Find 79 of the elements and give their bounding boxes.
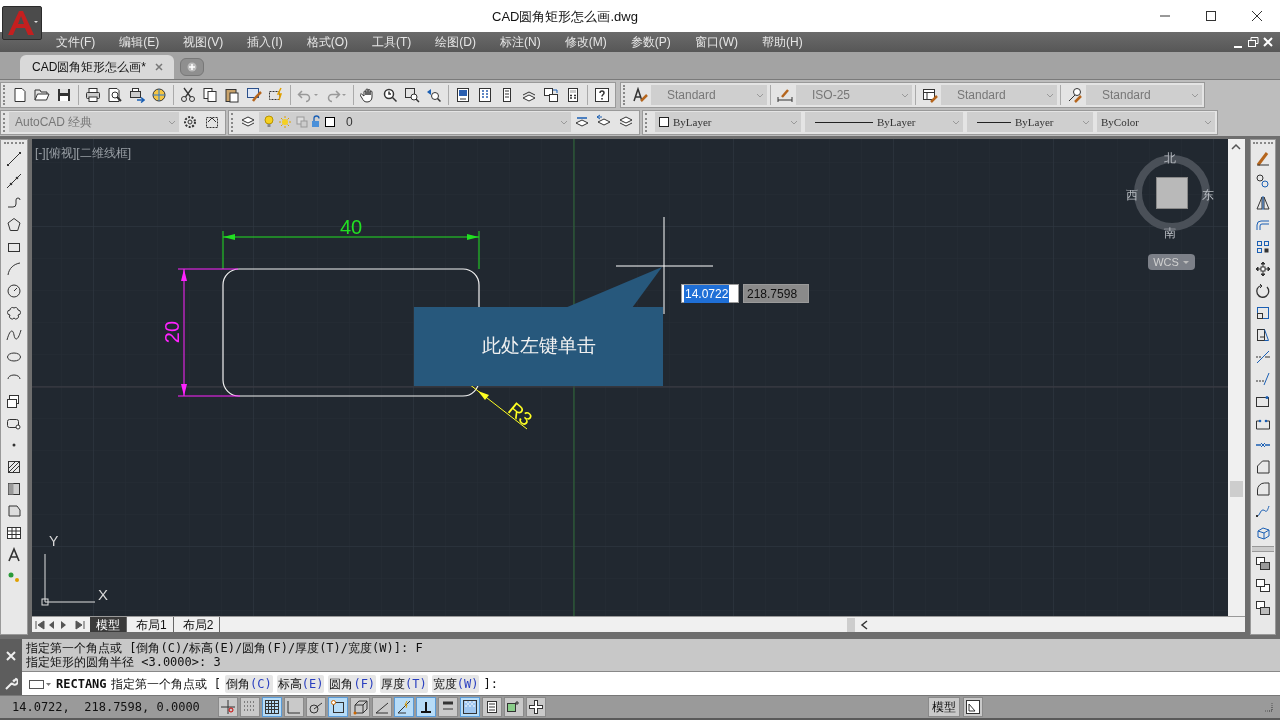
command-prompt: 指定第一个角点或 [ xyxy=(110,675,222,693)
plus-icon[interactable] xyxy=(526,697,546,717)
drawing-canvas[interactable]: 40 20 R3 [-][俯视][二维线框] 此处左键单击 14.0722 218.7598 北 南 西 东 WCS Y X xyxy=(32,139,1228,616)
menu-item[interactable]: 视图(V) xyxy=(183,32,224,52)
dimension-text: R3 xyxy=(504,398,537,430)
command-history-line: 指定矩形的圆角半径 <3.0000>: 3 xyxy=(26,655,222,669)
compass-label: 东 xyxy=(1202,187,1214,203)
constraint-icon[interactable] xyxy=(218,697,238,717)
command-option[interactable]: 倒角(C) xyxy=(225,674,273,693)
tab-label: CAD圆角矩形怎么画* xyxy=(32,59,146,76)
object-snap-icon[interactable] xyxy=(328,697,348,717)
axis-label: X xyxy=(98,587,108,603)
line-sample-icon xyxy=(815,121,873,123)
layer-name: 0 xyxy=(346,114,353,131)
compass-label: 西 xyxy=(1126,187,1138,203)
coordinate-input[interactable]: 218.7598 xyxy=(743,284,809,303)
viewport-label[interactable]: [-][俯视][二维线框] xyxy=(35,144,131,162)
style-dropdown[interactable]: Standard xyxy=(941,85,1057,105)
polar-icon[interactable] xyxy=(306,697,326,717)
lineweight-icon[interactable] xyxy=(438,697,458,717)
menu-item[interactable]: 修改(M) xyxy=(564,32,607,52)
lineweight-dropdown[interactable]: ByLayer xyxy=(967,112,1093,132)
menu-item[interactable]: 文件(F) xyxy=(56,32,96,52)
coordinate-input[interactable]: 14.0722 xyxy=(681,284,739,303)
restore-icon[interactable] xyxy=(1247,36,1259,48)
close-icon[interactable] xyxy=(154,62,164,72)
compass-label: 北 xyxy=(1164,150,1176,166)
line-sample-icon xyxy=(977,121,1011,123)
scroll-thumb[interactable] xyxy=(847,617,855,632)
vertical-scrollbar[interactable] xyxy=(1228,139,1245,616)
application-menu-button[interactable] xyxy=(2,6,42,40)
style-dropdown[interactable]: Standard xyxy=(1086,85,1202,105)
compass-label: 南 xyxy=(1164,225,1176,241)
layer-dropdown[interactable]: 0 xyxy=(259,112,571,132)
coordinates-readout: 14.0722, 218.7598, 0.0000 xyxy=(11,699,201,716)
style-dropdown[interactable]: Standard xyxy=(651,85,767,105)
menu-item[interactable]: 参数(P) xyxy=(630,32,671,52)
scroll-thumb[interactable] xyxy=(1230,481,1243,497)
dimension-text: 40 xyxy=(339,216,363,238)
command-option[interactable]: 圆角(F) xyxy=(328,674,377,693)
plotstyle-dropdown[interactable]: ByColor xyxy=(1097,112,1215,132)
dynamic-input-icon[interactable] xyxy=(416,697,436,717)
dropdown-caret-icon xyxy=(1181,258,1190,266)
toolbar-grip[interactable] xyxy=(1252,546,1274,552)
color-swatch-icon xyxy=(659,117,669,127)
window-title: CAD圆角矩形怎么画.dwg xyxy=(492,8,638,26)
menu-item[interactable]: 编辑(E) xyxy=(119,32,160,52)
ucs-axes-icon xyxy=(41,553,96,606)
command-option[interactable]: 标高(E) xyxy=(276,674,325,693)
menu-item[interactable]: 绘图(D) xyxy=(435,32,476,52)
resize-grip-icon[interactable] xyxy=(1262,701,1274,713)
color-dropdown[interactable]: ByLayer xyxy=(655,112,801,132)
layout-icon[interactable] xyxy=(963,697,983,717)
workspace-dropdown[interactable]: AutoCAD 经典 xyxy=(9,112,179,132)
grid-icon[interactable] xyxy=(262,697,282,717)
new-tab-icon[interactable] xyxy=(180,58,204,76)
rectangle-command-icon[interactable] xyxy=(28,677,52,690)
dimension-text: 20 xyxy=(161,320,183,344)
command-option[interactable]: 厚度(T) xyxy=(380,674,428,693)
command-prompt: ]: xyxy=(483,675,498,693)
linetype-dropdown[interactable]: ByLayer xyxy=(805,112,963,132)
command-history-line: 指定第一个角点或 [倒角(C)/标高(E)/圆角(F)/厚度(T)/宽度(W)]: F xyxy=(26,641,424,655)
style-dropdown[interactable]: ISO-25 xyxy=(796,85,912,105)
model-space-button[interactable]: 模型 xyxy=(928,697,960,717)
command-name: RECTANG xyxy=(56,675,107,693)
transparency-icon[interactable] xyxy=(460,697,480,717)
menu-item[interactable]: 格式(O) xyxy=(306,32,348,52)
menu-item[interactable]: 窗口(W) xyxy=(694,32,738,52)
cube-snap-icon[interactable] xyxy=(350,697,370,717)
scroll-up-icon[interactable] xyxy=(1231,143,1241,151)
menu-item[interactable]: 工具(T) xyxy=(372,32,412,52)
menu-item[interactable]: 插入(I) xyxy=(247,32,283,52)
menu-item[interactable]: 帮助(H) xyxy=(762,32,803,52)
menu-item[interactable]: 标注(N) xyxy=(500,32,541,52)
axis-label: Y xyxy=(49,533,59,549)
quick-properties-icon[interactable] xyxy=(482,697,502,717)
command-option[interactable]: 宽度(W) xyxy=(431,674,480,693)
layout-tab[interactable]: 模型 xyxy=(90,617,127,632)
document-tab[interactable]: CAD圆角矩形怎么画* xyxy=(20,55,174,79)
